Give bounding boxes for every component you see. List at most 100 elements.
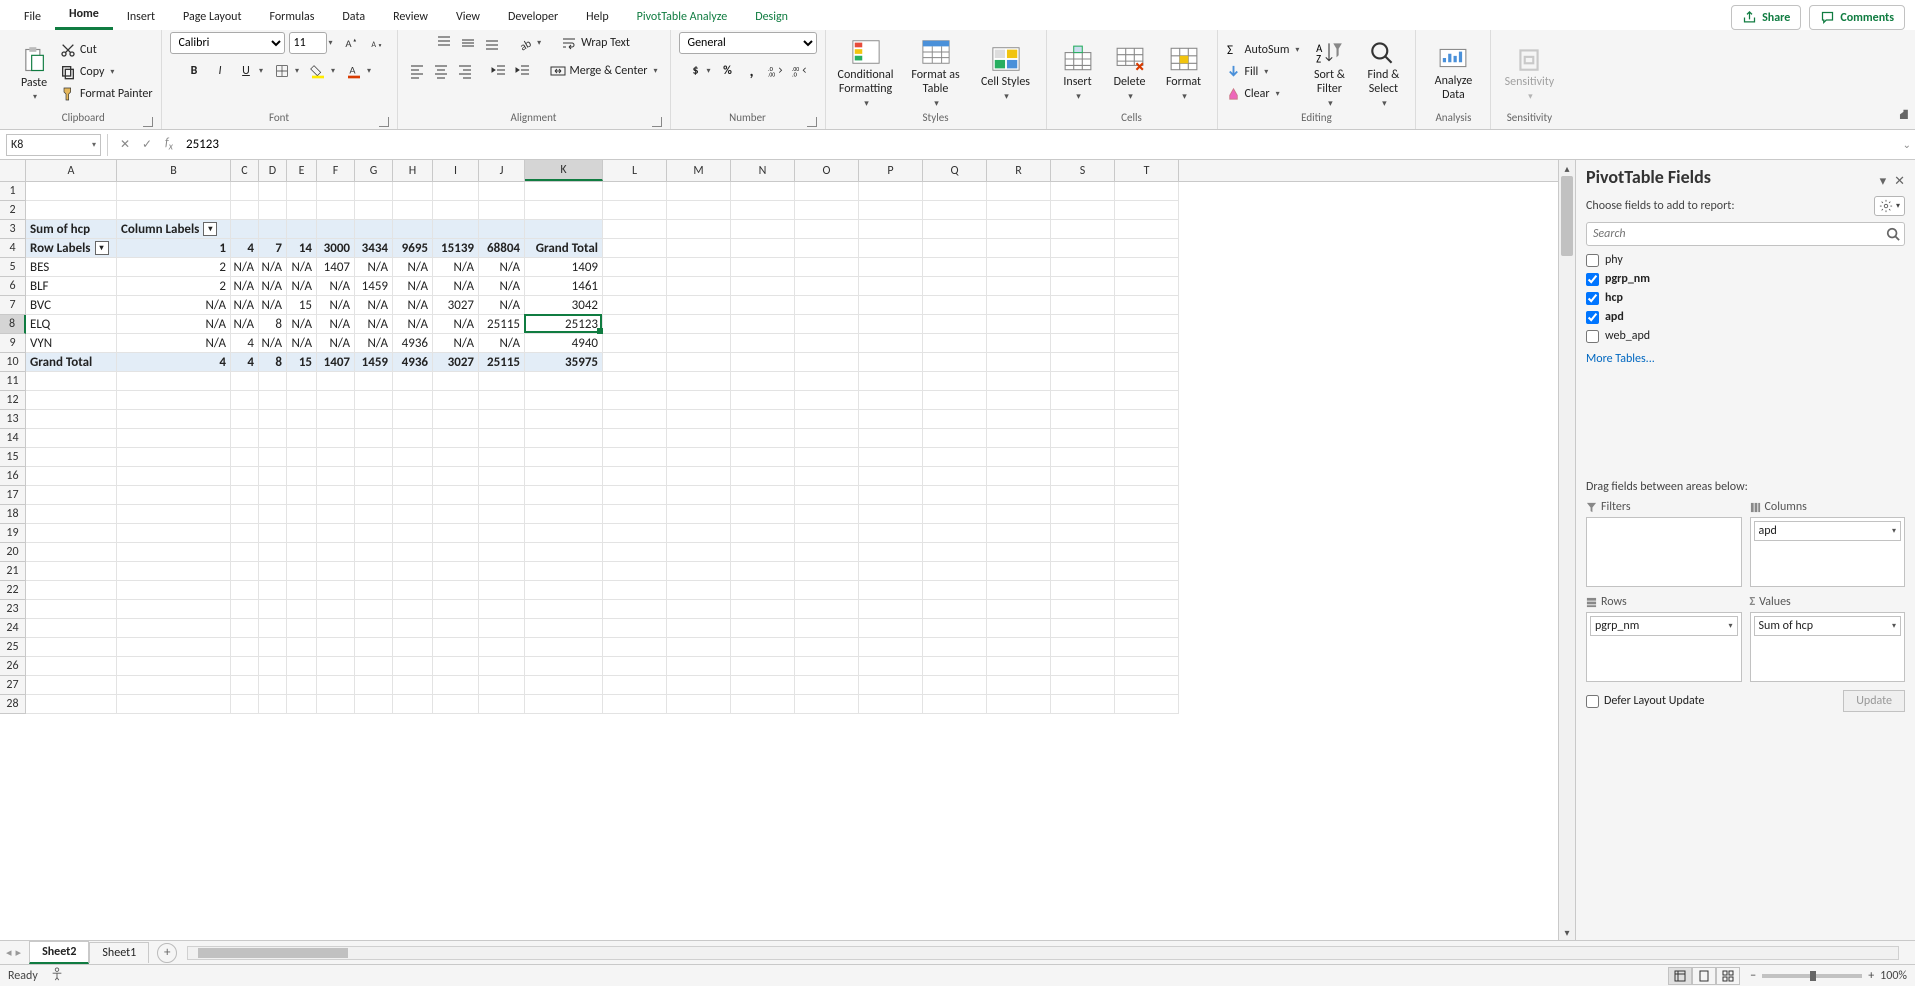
increase-font-button[interactable]: A▴ <box>341 32 363 54</box>
cell[interactable] <box>987 524 1051 543</box>
cell[interactable]: N/A <box>317 315 355 334</box>
cell[interactable] <box>355 429 393 448</box>
cell[interactable] <box>433 201 479 220</box>
cell[interactable] <box>731 201 795 220</box>
cell[interactable] <box>603 505 667 524</box>
fill-color-dropdown[interactable]: ▾ <box>331 66 339 76</box>
page-layout-view-button[interactable] <box>1692 967 1716 985</box>
cell[interactable] <box>603 543 667 562</box>
tab-pivottable-analyze[interactable]: PivotTable Analyze <box>623 4 742 30</box>
cell[interactable] <box>603 524 667 543</box>
cell[interactable] <box>667 239 731 258</box>
italic-button[interactable]: I <box>209 60 231 82</box>
col-header-S[interactable]: S <box>1051 160 1115 181</box>
cell[interactable] <box>923 296 987 315</box>
orientation-button[interactable]: ab <box>515 32 537 54</box>
increase-decimal-button[interactable]: .0.00 <box>765 60 787 82</box>
cell[interactable] <box>231 581 259 600</box>
align-left-button[interactable] <box>406 60 428 82</box>
cell[interactable]: 8 <box>259 315 287 334</box>
cell[interactable] <box>259 619 287 638</box>
cell[interactable] <box>667 505 731 524</box>
cell[interactable]: Row Labels▾ <box>26 239 117 258</box>
cell[interactable]: N/A <box>433 334 479 353</box>
cell[interactable] <box>795 467 859 486</box>
cell[interactable] <box>603 695 667 714</box>
cell[interactable] <box>287 391 317 410</box>
sheet-nav-prev[interactable]: ◂ <box>6 946 12 959</box>
cell[interactable] <box>795 277 859 296</box>
cell[interactable]: Sum of hcp <box>26 220 117 239</box>
cell[interactable] <box>1115 619 1179 638</box>
cell[interactable]: Grand Total <box>525 239 603 258</box>
cell[interactable] <box>731 524 795 543</box>
cell[interactable]: 3000 <box>317 239 355 258</box>
cell[interactable] <box>731 239 795 258</box>
number-dialog-launcher[interactable] <box>807 117 817 127</box>
cell[interactable]: N/A <box>231 315 259 334</box>
cell[interactable]: N/A <box>259 334 287 353</box>
cell[interactable] <box>26 467 117 486</box>
cell[interactable] <box>259 410 287 429</box>
cell[interactable]: 25123 <box>525 315 603 334</box>
cell[interactable] <box>667 410 731 429</box>
cell[interactable]: 3027 <box>433 296 479 315</box>
cell[interactable] <box>117 657 231 676</box>
cell[interactable]: N/A <box>433 277 479 296</box>
cell[interactable] <box>603 258 667 277</box>
values-area[interactable]: ΣValues Sum of hcp▾ <box>1750 595 1906 682</box>
sheet-tab-sheet1[interactable]: Sheet1 <box>89 942 149 963</box>
cell[interactable] <box>26 543 117 562</box>
cell[interactable] <box>433 505 479 524</box>
cell[interactable] <box>859 334 923 353</box>
cell[interactable] <box>355 581 393 600</box>
field-checkbox-apd[interactable] <box>1586 311 1599 324</box>
select-all-corner[interactable] <box>0 160 26 181</box>
cell[interactable] <box>603 410 667 429</box>
cell[interactable] <box>987 315 1051 334</box>
cell[interactable] <box>393 657 433 676</box>
filters-area[interactable]: Filters <box>1586 500 1742 587</box>
cell[interactable]: N/A <box>259 296 287 315</box>
insert-function-button[interactable]: fx <box>158 134 180 156</box>
cell[interactable]: N/A <box>355 315 393 334</box>
cell[interactable] <box>859 657 923 676</box>
cell[interactable] <box>795 220 859 239</box>
more-tables-link[interactable]: More Tables... <box>1586 350 1905 368</box>
cell[interactable] <box>287 182 317 201</box>
hscroll-thumb[interactable] <box>198 948 348 958</box>
cell[interactable] <box>317 562 355 581</box>
cell[interactable] <box>525 695 603 714</box>
cell[interactable] <box>433 182 479 201</box>
cell[interactable]: 4940 <box>525 334 603 353</box>
cell[interactable] <box>1115 239 1179 258</box>
cell[interactable] <box>287 600 317 619</box>
cell[interactable] <box>393 201 433 220</box>
cell[interactable] <box>987 353 1051 372</box>
col-header-C[interactable]: C <box>231 160 259 181</box>
cell[interactable] <box>603 277 667 296</box>
scroll-down-button[interactable]: ▾ <box>1559 924 1575 940</box>
cell[interactable] <box>987 182 1051 201</box>
row-header-16[interactable]: 16 <box>0 467 26 486</box>
copy-button[interactable]: Copy▾ <box>60 62 153 81</box>
cell[interactable] <box>231 201 259 220</box>
orientation-dropdown[interactable]: ▾ <box>537 38 545 48</box>
cell[interactable] <box>859 524 923 543</box>
cell[interactable] <box>987 619 1051 638</box>
cell[interactable] <box>667 562 731 581</box>
row-header-25[interactable]: 25 <box>0 638 26 657</box>
cell[interactable] <box>287 638 317 657</box>
cell[interactable] <box>355 543 393 562</box>
font-color-dropdown[interactable]: ▾ <box>367 66 375 76</box>
cell[interactable] <box>287 676 317 695</box>
field-item-pgrp_nm[interactable]: pgrp_nm <box>1586 271 1905 287</box>
cell[interactable] <box>603 391 667 410</box>
fields-search-input[interactable] <box>1586 222 1905 246</box>
percent-button[interactable]: % <box>717 60 739 82</box>
cell[interactable] <box>317 657 355 676</box>
cell[interactable] <box>923 562 987 581</box>
row-header-15[interactable]: 15 <box>0 448 26 467</box>
cell[interactable] <box>859 353 923 372</box>
row-labels-filter[interactable]: ▾ <box>95 241 109 255</box>
